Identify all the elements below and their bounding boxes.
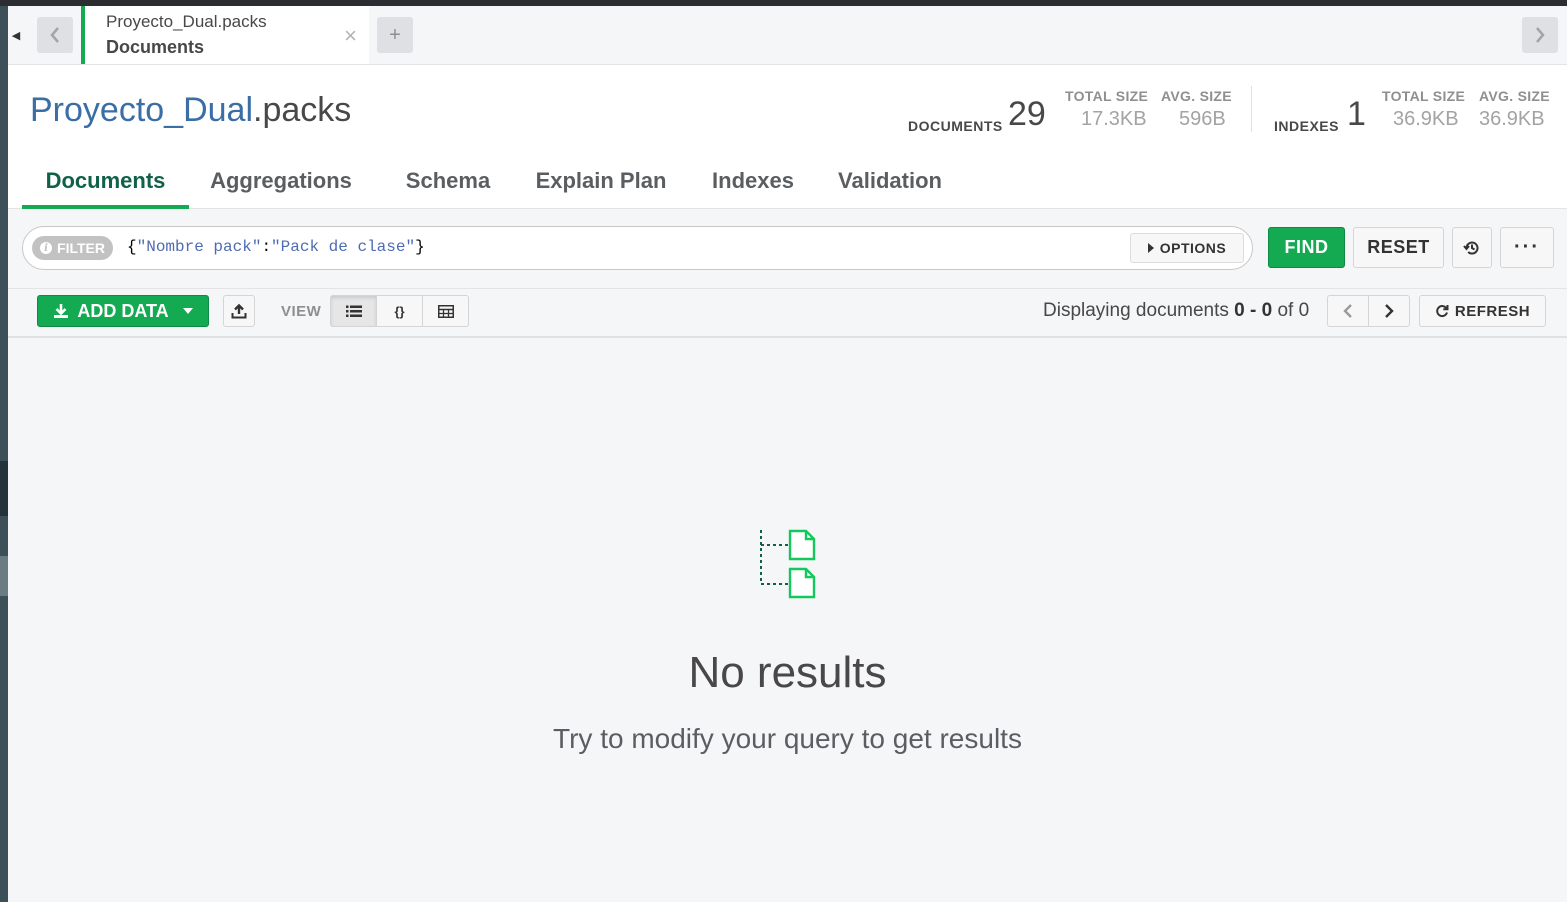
chevron-right-icon [1385,304,1394,318]
find-button[interactable]: FIND [1268,227,1345,268]
tabs-scroll-left-button[interactable] [37,17,73,53]
chevron-left-icon [1343,304,1352,318]
stats-divider [1251,86,1252,132]
refresh-button[interactable]: REFRESH [1419,295,1546,327]
add-data-button[interactable]: ADD DATA [37,295,209,327]
chevron-left-icon [50,27,59,43]
caret-down-icon [182,308,193,314]
reset-button[interactable]: RESET [1353,227,1444,268]
upload-icon [231,303,247,319]
documents-count: 29 [1008,95,1046,133]
filter-value: "Pack de clase" [271,238,416,256]
collapse-sidebar-button[interactable]: ◀ [8,18,24,52]
indexes-avg-size-label: AVG. SIZE [1479,88,1550,104]
tab-validation[interactable]: Validation [826,153,954,208]
more-options-button[interactable]: ··· [1500,227,1554,268]
table-icon [437,304,454,318]
sidebar-edge-segment [0,461,8,516]
chevron-right-icon [1536,27,1545,43]
query-bar: i FILTER {"Nombre pack":"Pack de clase"}… [8,209,1567,289]
add-data-label: ADD DATA [77,300,169,321]
documents-total-size-label: TOTAL SIZE [1065,88,1149,104]
caret-left-icon: ◀ [11,29,21,42]
workspace-tab-active[interactable]: Proyecto_Dual.packs Documents × [81,6,369,64]
tab-namespace: Proyecto_Dual.packs [106,12,267,31]
displaying-prefix: Displaying documents [1043,300,1229,321]
list-view-button[interactable] [330,295,377,327]
filter-key: "Nombre pack" [136,238,262,256]
indexes-total-size-label: TOTAL SIZE [1382,88,1466,104]
documents-avg-size-label: AVG. SIZE [1161,88,1232,104]
list-icon [345,305,362,317]
sidebar-edge-segment [0,556,8,596]
pagination-summary: Displaying documents 0 - 0 of 0 [1043,300,1309,322]
refresh-icon [1436,305,1449,317]
options-label: OPTIONS [1159,240,1227,256]
plus-icon: + [389,23,401,46]
tab-indexes[interactable]: Indexes [698,153,808,208]
documents-stat-label: DOCUMENTS [908,118,1003,134]
documents-total-size: 17.3KB [1081,108,1147,130]
tab-documents[interactable]: Documents [22,153,189,208]
indexes-avg-size: 36.9KB [1479,108,1545,130]
no-results-hint: Try to modify your query to get results [553,723,1022,754]
indexes-stat-label: INDEXES [1274,118,1339,134]
documents-toolbar: ADD DATA VIEW {} Displaying documents 0 … [8,289,1567,338]
filter-input[interactable]: i FILTER {"Nombre pack":"Pack de clase"}… [22,226,1253,270]
close-tab-icon[interactable]: × [344,23,357,49]
collection-namespace: Proyecto_Dual.packs [30,91,351,130]
empty-documents-icon [760,529,816,599]
workspace-tab-bar: ◀ Proyecto_Dual.packs Documents × + [8,6,1567,65]
view-label: VIEW [281,303,322,320]
displaying-range: 0 - 0 [1234,300,1273,321]
tabs-scroll-right-button[interactable] [1522,17,1558,53]
database-name-link[interactable]: Proyecto_Dual [30,91,253,129]
export-collection-button[interactable] [223,295,255,327]
tab-explain-plan[interactable]: Explain Plan [522,153,680,208]
collection-header: Proyecto_Dual.packs DOCUMENTS 29 TOTAL S… [8,65,1567,209]
filter-label-pill: i FILTER [32,236,113,260]
info-icon: i [40,242,53,254]
json-view-button[interactable]: {} [376,295,423,327]
documents-avg-size: 596B [1179,108,1226,130]
collection-name: .packs [253,91,352,129]
new-tab-button[interactable]: + [377,17,413,53]
refresh-label: REFRESH [1454,302,1531,320]
indexes-count: 1 [1347,95,1366,133]
previous-page-button[interactable] [1327,295,1369,327]
options-toggle-button[interactable]: OPTIONS [1130,233,1244,263]
tab-schema[interactable]: Schema [384,153,512,208]
query-history-button[interactable] [1452,227,1492,268]
caret-right-icon [1147,243,1154,253]
tab-aggregations[interactable]: Aggregations [200,153,362,208]
no-results-title: No results [688,648,887,697]
displaying-total: of 0 [1277,300,1310,321]
filter-label: FILTER [57,240,105,256]
compass-app: ◀ Proyecto_Dual.packs Documents × + Proy… [8,6,1567,902]
curly-braces-icon: {} [394,303,405,319]
table-view-button[interactable] [422,295,469,327]
next-page-button[interactable] [1368,295,1410,327]
tab-subtitle: Documents [106,37,205,57]
history-icon [1463,241,1479,255]
download-icon [54,304,69,318]
left-sidebar-edge [0,6,8,902]
view-switcher: {} [330,295,469,327]
indexes-total-size: 36.9KB [1393,108,1459,130]
filter-query-text[interactable]: {"Nombre pack":"Pack de clase"} [127,238,425,256]
